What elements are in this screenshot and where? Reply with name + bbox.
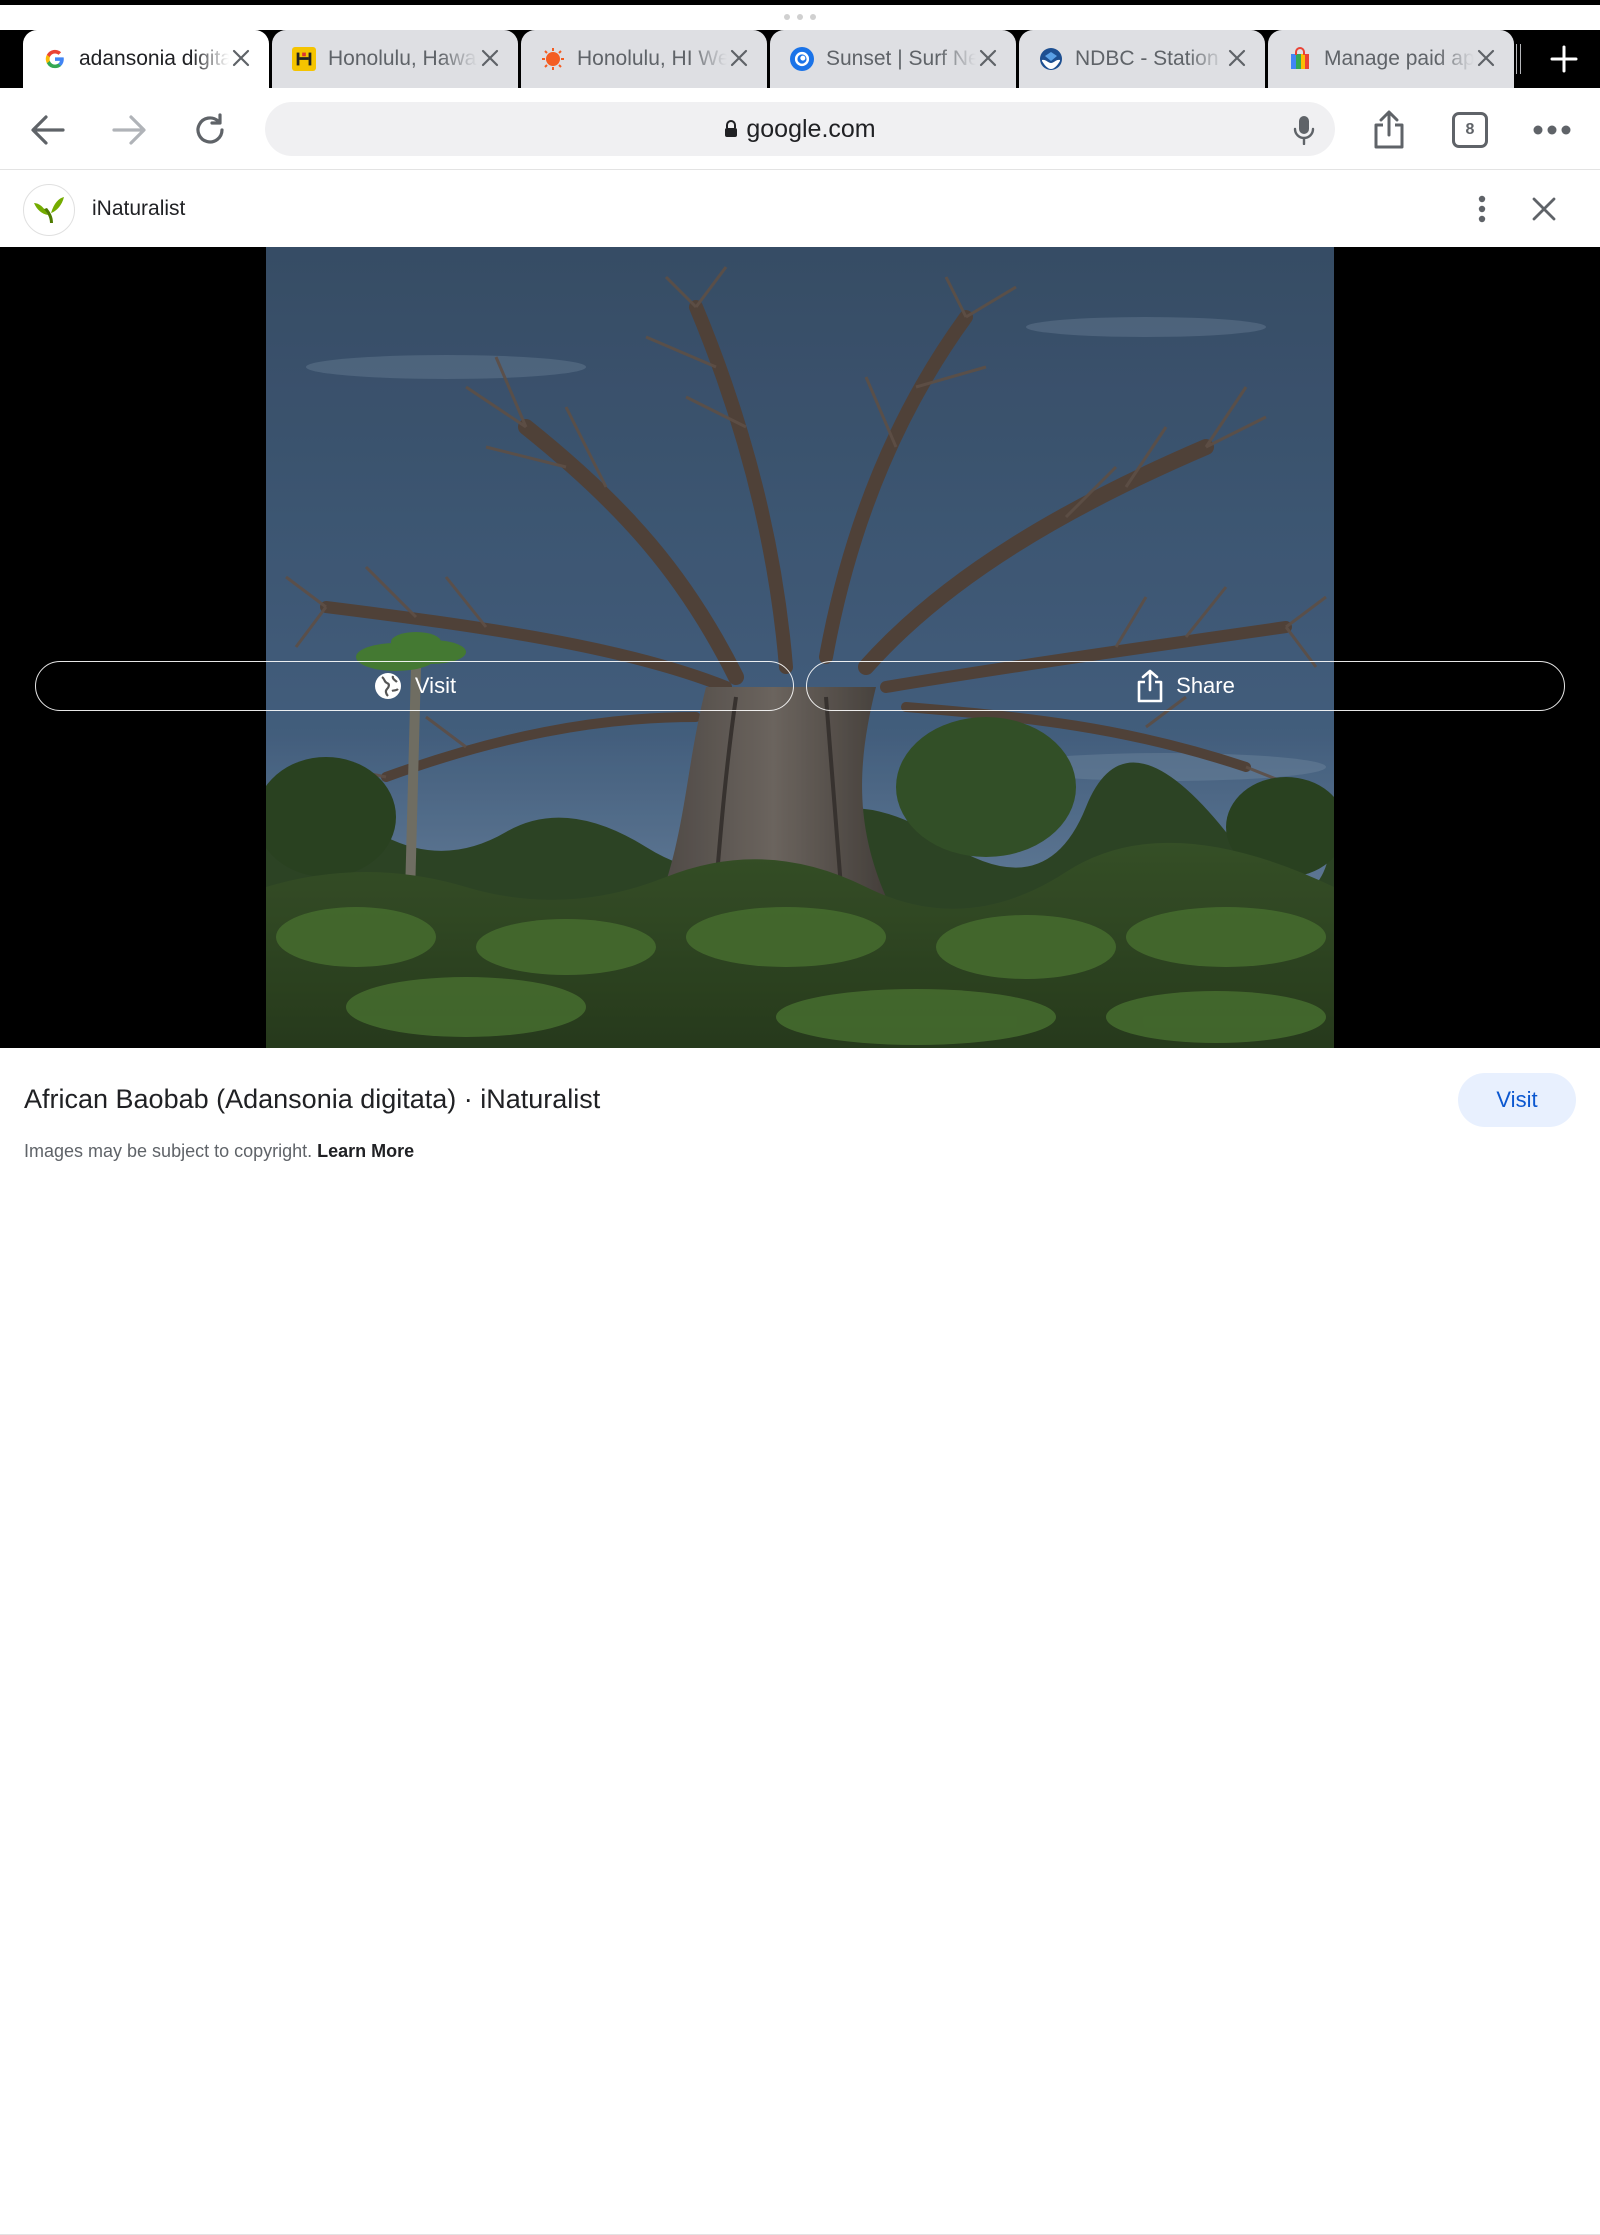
address-url: google.com — [746, 114, 876, 143]
inaturalist-logo-icon[interactable] — [23, 184, 75, 236]
close-tab-icon[interactable] — [1474, 46, 1498, 70]
close-icon — [1532, 197, 1556, 221]
image-caption-panel: African Baobab (Adansonia digitata) · iN… — [0, 1048, 1600, 2235]
back-button[interactable] — [26, 108, 70, 152]
microphone-icon[interactable] — [1293, 115, 1315, 150]
viewer-close-button[interactable] — [1524, 189, 1564, 229]
tab-title: Sunset | Surf News — [826, 47, 976, 70]
image-preview-area: Visit Share — [0, 247, 1600, 1048]
google-g-icon — [43, 47, 67, 71]
tab-google-search[interactable]: adansonia digitata - Google Search — [23, 30, 269, 88]
close-tab-icon[interactable] — [478, 46, 502, 70]
close-tab-icon[interactable] — [727, 46, 751, 70]
close-tab-icon[interactable] — [1225, 46, 1249, 70]
tab-honolulu-hawaii[interactable]: Honolulu, Hawaii — [272, 30, 518, 88]
reload-icon — [196, 113, 224, 144]
copyright-text: Images may be subject to copyright. — [24, 1141, 313, 1161]
more-menu-button[interactable] — [1530, 108, 1574, 152]
overlay-share-label: Share — [1176, 673, 1235, 698]
learn-more-link[interactable]: Learn More — [317, 1141, 414, 1161]
source-site-name[interactable]: iNaturalist — [92, 197, 185, 221]
image-title-link[interactable]: African Baobab (Adansonia digitata) · iN… — [24, 1084, 600, 1115]
share-icon — [1374, 110, 1404, 149]
blue-wave-icon — [790, 47, 814, 71]
shopping-bag-icon — [1288, 47, 1312, 71]
forward-button[interactable] — [107, 108, 151, 152]
share-icon — [1136, 669, 1164, 703]
orange-sun-icon — [541, 47, 565, 71]
share-button[interactable] — [1367, 108, 1411, 152]
overlay-visit-label: Visit — [414, 673, 457, 698]
tab-title: Honolulu, HI Weather — [577, 47, 727, 70]
copyright-notice: Images may be subject to copyright. Lear… — [24, 1141, 414, 1162]
tab-title: adansonia digitata - Google Search — [79, 47, 229, 70]
overlay-visit-button[interactable]: Visit — [35, 661, 794, 711]
tab-title: Manage paid apps — [1324, 47, 1474, 70]
yellow-h-icon — [292, 47, 316, 71]
plus-icon — [1550, 45, 1578, 73]
address-bar[interactable]: google.com — [265, 102, 1335, 156]
close-tab-icon[interactable] — [229, 46, 253, 70]
close-tab-icon[interactable] — [976, 46, 1000, 70]
tab-title: NDBC - Station — [1075, 47, 1219, 70]
baobab-tree-photo[interactable] — [266, 247, 1334, 1048]
arrow-right-icon — [112, 115, 146, 145]
tab-honolulu-weather[interactable]: Honolulu, HI Weather — [521, 30, 767, 88]
more-horizontal-icon — [1533, 125, 1571, 135]
tab-strip: adansonia digitata - Google Search Honol… — [0, 30, 1600, 88]
window-top-strip — [0, 0, 1600, 30]
more-vertical-icon — [1478, 195, 1486, 223]
caption-visit-button[interactable]: Visit — [1458, 1073, 1576, 1127]
tab-overflow-edge — [1516, 44, 1517, 74]
tab-manage-paid-apps[interactable]: Manage paid apps — [1268, 30, 1514, 88]
tab-ndbc-station[interactable]: NDBC - Station — [1019, 30, 1265, 88]
browser-toolbar: google.com 8 — [0, 88, 1600, 170]
reload-button[interactable] — [188, 108, 232, 152]
image-viewer-header: iNaturalist — [0, 171, 1600, 247]
noaa-icon — [1039, 47, 1063, 71]
tab-title: Honolulu, Hawaii — [328, 47, 478, 70]
tab-overflow-edge — [1520, 44, 1521, 74]
overlay-share-button[interactable]: Share — [806, 661, 1565, 711]
globe-icon — [373, 671, 403, 701]
lock-icon — [725, 120, 738, 137]
tab-sunset-surf-news[interactable]: Sunset | Surf News — [770, 30, 1016, 88]
viewer-more-button[interactable] — [1462, 189, 1502, 229]
arrow-left-icon — [31, 115, 65, 145]
new-tab-button[interactable] — [1528, 30, 1600, 88]
multitask-grabber[interactable] — [784, 14, 816, 22]
top-border — [0, 0, 1600, 5]
tab-switcher-button[interactable]: 8 — [1452, 112, 1488, 148]
